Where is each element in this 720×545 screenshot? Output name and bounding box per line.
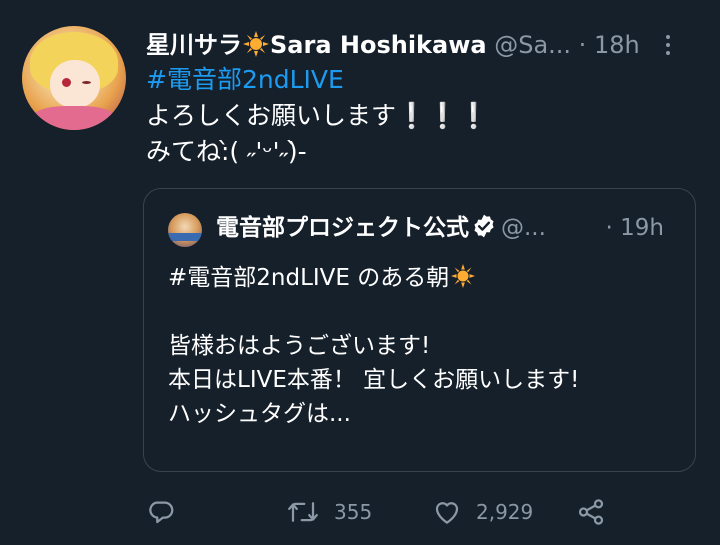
author-handle[interactable]: @Sa... bbox=[494, 31, 571, 59]
share-button[interactable] bbox=[576, 492, 606, 532]
quote-line-2: 皆様おはようございます! bbox=[168, 333, 431, 359]
tweet-time[interactable]: 18h bbox=[594, 31, 640, 59]
avatar[interactable] bbox=[22, 26, 126, 130]
quote-line-4: ハッシュタグは... bbox=[168, 401, 351, 427]
share-icon bbox=[578, 499, 604, 525]
tweet[interactable]: 星川サラ Sara Hoshikawa @Sa... · 18h #電音部2nd… bbox=[0, 0, 720, 545]
tweet-header: 星川サラ Sara Hoshikawa @Sa... · 18h bbox=[146, 28, 706, 62]
quote-header: 電音部プロジェクト公式 @... · 19h bbox=[216, 211, 686, 245]
tweet-line-1: よろしくお願いします❕❕❕ bbox=[146, 101, 490, 130]
quote-author-name[interactable]: 電音部プロジェクト公式 bbox=[216, 215, 469, 241]
sun-emoji-icon bbox=[243, 31, 269, 57]
quoted-tweet[interactable]: 電音部プロジェクト公式 @... · 19h #電音部2ndLIVE のある朝 bbox=[143, 188, 696, 472]
retweet-button[interactable]: 355 bbox=[286, 492, 372, 532]
quote-line-1: #電音部2ndLIVE のある朝 bbox=[168, 261, 678, 295]
retweet-count: 355 bbox=[334, 500, 373, 524]
sun-emoji-icon bbox=[451, 264, 476, 288]
reply-icon bbox=[149, 501, 174, 524]
like-button[interactable]: 2,929 bbox=[432, 492, 533, 532]
retweet-icon bbox=[288, 502, 318, 522]
quote-time[interactable]: 19h bbox=[620, 215, 664, 241]
action-bar: 355 2,929 bbox=[146, 492, 706, 532]
separator-dot: · bbox=[578, 31, 587, 59]
like-count: 2,929 bbox=[476, 500, 534, 524]
tweet-line-2: みてね:̀( ˶'ᵕ'˶)̀- bbox=[146, 137, 307, 166]
tweet-text: #電音部2ndLIVE よろしくお願いします❕❕❕ みてね:̀( ˶'ᵕ'˶)̀… bbox=[146, 62, 706, 170]
quote-separator-dot: · bbox=[605, 215, 613, 241]
quote-line-3: 本日はLIVE本番！ 宜しくお願いします! bbox=[168, 367, 580, 393]
quote-text: #電音部2ndLIVE のある朝 皆様おはようございます! 本日はLIVE本番！… bbox=[168, 261, 678, 431]
reply-button[interactable] bbox=[146, 492, 176, 532]
author-name[interactable]: 星川サラ bbox=[146, 31, 242, 59]
quote-handle[interactable]: @... bbox=[501, 215, 546, 241]
author-name-suffix[interactable]: Sara Hoshikawa bbox=[270, 31, 487, 59]
like-icon bbox=[435, 502, 459, 524]
verified-icon bbox=[474, 214, 494, 238]
hashtag-link[interactable]: #電音部2ndLIVE bbox=[146, 62, 706, 98]
more-icon[interactable] bbox=[658, 30, 678, 60]
quote-avatar[interactable] bbox=[168, 213, 202, 247]
